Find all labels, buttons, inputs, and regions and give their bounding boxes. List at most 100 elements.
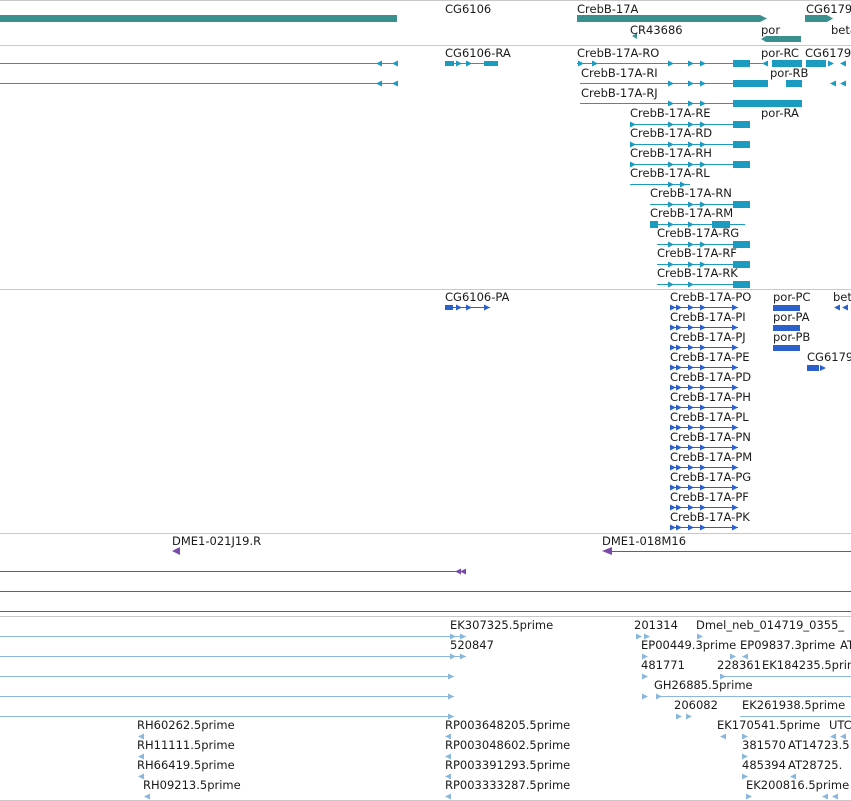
est-label[interactable]: EK307325.5prime xyxy=(450,619,553,632)
transcript-label[interactable]: por-RC xyxy=(761,47,799,60)
est-label[interactable]: 381570 xyxy=(742,739,786,752)
est-label[interactable]: AT14723.5 xyxy=(788,739,850,752)
transcript-label[interactable]: CrebB-17A-RN xyxy=(650,187,732,200)
clone-label[interactable]: DME1-021J19.R xyxy=(172,535,261,548)
gene-feature[interactable] xyxy=(577,15,760,22)
protein-por-PB[interactable] xyxy=(773,345,800,351)
gene-feature[interactable] xyxy=(0,15,397,22)
transcript-label[interactable]: por-RA xyxy=(761,107,799,120)
est-label[interactable]: RP003048602.5prime xyxy=(445,739,570,752)
protein-label[interactable]: CrebB-17A-PG xyxy=(670,471,751,484)
est-label[interactable]: 201314 xyxy=(634,619,678,632)
gene-feature[interactable] xyxy=(760,15,767,22)
gene-label[interactable]: CrebB-17A xyxy=(577,3,638,16)
gene-label[interactable]: beta xyxy=(831,24,851,37)
est-label[interactable]: EP09837.3prime xyxy=(740,639,835,652)
transcript-label[interactable]: CG6179 xyxy=(805,47,851,60)
protein-label[interactable]: por-PC xyxy=(773,291,810,304)
protein-label[interactable]: CrebB-17A-PJ xyxy=(670,331,746,344)
protein-label[interactable]: CrebB-17A-PM xyxy=(670,451,752,464)
protein-track: CG6106-PA CrebB-17A-PO por-PC beta CrebB… xyxy=(0,290,851,533)
est-label[interactable]: AT xyxy=(840,639,851,652)
transcript-label[interactable]: CG6106-RA xyxy=(445,47,511,60)
est-feature[interactable] xyxy=(642,673,648,680)
protein-label[interactable]: CrebB-17A-PH xyxy=(670,391,751,404)
transcript-por-RB[interactable] xyxy=(786,80,846,87)
est-label[interactable]: 481771 xyxy=(641,659,685,672)
est-arrow xyxy=(460,653,466,660)
protein-crebb-row[interactable] xyxy=(670,524,738,531)
transcript-label[interactable]: CrebB-17A-RJ xyxy=(581,87,658,100)
protein-label[interactable]: CrebB-17A-PE xyxy=(670,351,750,364)
est-label[interactable]: EK261938.5prime xyxy=(742,699,845,712)
protein-label[interactable]: CrebB-17A-PF xyxy=(670,491,749,504)
transcript-label[interactable]: CrebB-17A-RH xyxy=(630,147,712,160)
transcript-RK[interactable] xyxy=(657,281,750,288)
est-feature[interactable] xyxy=(676,713,682,720)
gene-track: CG6106 CrebB-17A CR43686 por CG6179 beta xyxy=(0,0,851,45)
est-feature[interactable] xyxy=(686,713,692,720)
clone-end[interactable] xyxy=(602,547,612,555)
transcript-label[interactable]: CrebB-17A-RG xyxy=(657,227,739,240)
est-feature[interactable] xyxy=(144,793,150,800)
transcript-label[interactable]: CrebB-17A-RO xyxy=(577,47,659,60)
est-label[interactable]: GH26885.5prime xyxy=(654,679,753,692)
est-label[interactable]: AT28725. xyxy=(788,759,842,772)
est-label[interactable]: Dmel_neb_014719_0355_ xyxy=(696,619,844,632)
est-label[interactable]: 206082 xyxy=(674,699,718,712)
est-label[interactable]: EP00449.3prime xyxy=(641,639,736,652)
gene-label[interactable]: CR43686 xyxy=(630,24,683,37)
est-label[interactable]: RP003391293.5prime xyxy=(445,759,570,772)
est-label[interactable]: UTC xyxy=(829,719,851,732)
est-feature[interactable] xyxy=(445,793,451,800)
est-label[interactable]: 228361 xyxy=(717,659,761,672)
clone-end[interactable] xyxy=(172,547,180,555)
est-label[interactable]: RH66419.5prime xyxy=(137,759,235,772)
protein-beta[interactable] xyxy=(834,304,848,311)
transcript-arrow xyxy=(466,60,472,67)
est-label[interactable]: RH60262.5prime xyxy=(137,719,235,732)
transcript-label[interactable]: CrebB-17A-RE xyxy=(630,107,711,120)
protein-label[interactable]: por-PB xyxy=(773,331,810,344)
transcript-label[interactable]: CrebB-17A-RM xyxy=(650,207,733,220)
protein-label[interactable]: beta xyxy=(833,291,851,304)
protein-CG6179[interactable] xyxy=(807,365,826,371)
transcript-label[interactable]: CrebB-17A-RF xyxy=(657,247,737,260)
est-label[interactable]: RP003333287.5prime xyxy=(445,779,570,792)
protein-label[interactable]: CrebB-17A-PL xyxy=(670,411,749,424)
protein-label[interactable]: por-PA xyxy=(773,311,810,324)
est-feature[interactable] xyxy=(832,793,838,800)
protein-CG6106-PA[interactable] xyxy=(445,304,490,311)
est-feature[interactable] xyxy=(746,793,752,800)
protein-label[interactable]: CG6179 xyxy=(807,351,851,364)
est-label[interactable]: RH11111.5prime xyxy=(137,739,235,752)
clone-label[interactable]: DME1-018M16 xyxy=(602,535,686,548)
gene-label[interactable]: por xyxy=(761,24,780,37)
gene-label[interactable]: CG6179 xyxy=(806,3,851,16)
protein-label[interactable]: CrebB-17A-PK xyxy=(670,511,750,524)
protein-label[interactable]: CrebB-17A-PN xyxy=(670,431,751,444)
protein-label[interactable]: CrebB-17A-PD xyxy=(670,371,751,384)
transcript-label[interactable]: CrebB-17A-RL xyxy=(630,167,710,180)
est-feature[interactable] xyxy=(822,793,828,800)
transcript-label[interactable]: CrebB-17A-RD xyxy=(630,127,712,140)
gene-label[interactable]: CG6106 xyxy=(445,3,491,16)
protein-label[interactable]: CG6106-PA xyxy=(445,291,509,304)
est-label[interactable]: 485394 xyxy=(742,759,786,772)
est-label[interactable]: RH09213.5prime xyxy=(143,779,241,792)
protein-label[interactable]: CrebB-17A-PI xyxy=(670,311,746,324)
transcript-label[interactable]: CrebB-17A-RK xyxy=(657,267,738,280)
est-label[interactable]: EK200816.5prime xyxy=(746,779,849,792)
est-label[interactable]: EK170541.5prime xyxy=(717,719,820,732)
protein-label[interactable]: CrebB-17A-PO xyxy=(670,291,751,304)
est-label[interactable]: RP003648205.5prime xyxy=(445,719,570,732)
est-feature[interactable] xyxy=(720,733,726,740)
transcript-CG6179[interactable] xyxy=(806,60,846,67)
gene-feature[interactable] xyxy=(827,15,833,22)
est-label[interactable]: 520847 xyxy=(450,639,494,652)
transcript-label[interactable]: por-RB xyxy=(770,67,808,80)
gene-feature[interactable] xyxy=(805,15,827,22)
est-label[interactable]: EK184235.5prime xyxy=(762,659,851,672)
transcript-label[interactable]: CrebB-17A-RI xyxy=(581,67,658,80)
est-feature[interactable] xyxy=(642,693,648,700)
